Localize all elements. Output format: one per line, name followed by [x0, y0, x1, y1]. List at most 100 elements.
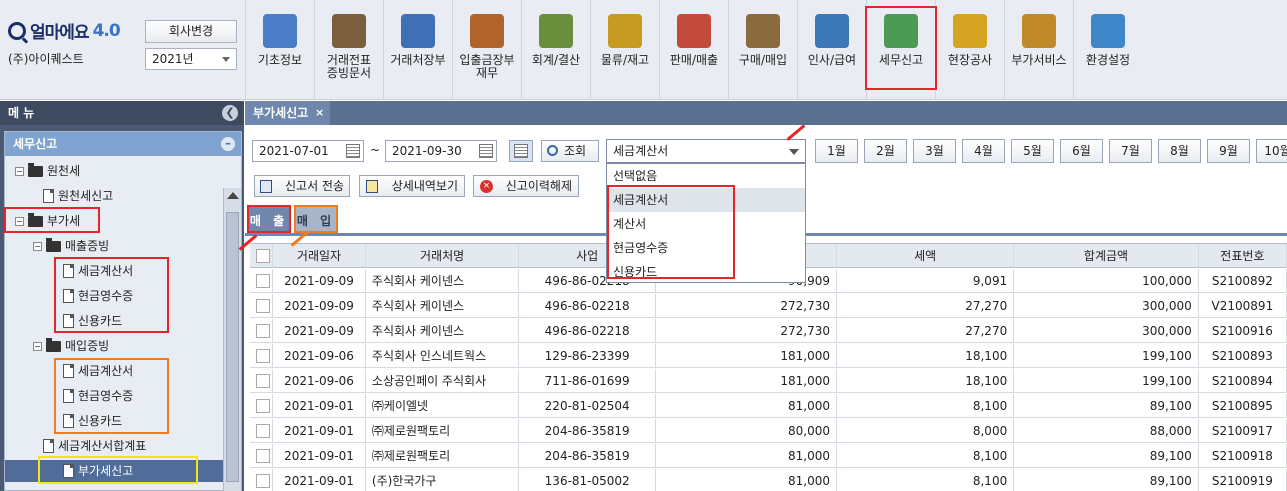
- checkbox[interactable]: [256, 374, 270, 388]
- table-cell: 496-86-02218: [519, 319, 657, 343]
- column-header[interactable]: 합계금액: [1014, 244, 1199, 268]
- row-checkbox-cell[interactable]: [250, 294, 274, 318]
- month-button-6[interactable]: 6월: [1060, 139, 1103, 163]
- table-cell: 80,000: [656, 419, 837, 443]
- month-button-1[interactable]: 1월: [815, 139, 858, 163]
- month-button-2[interactable]: 2월: [864, 139, 907, 163]
- toolbar-basic-info-button[interactable]: 기초정보: [245, 0, 314, 100]
- checkbox[interactable]: [256, 299, 270, 313]
- toolbar-service-button[interactable]: 부가서비스: [1004, 0, 1073, 100]
- table-row[interactable]: 2021-09-09 주식회사 케이넨스 496-86-02218 272,730 27…: [250, 319, 1287, 343]
- sidebar-item-7[interactable]: − 매입증빙: [33, 335, 109, 357]
- scroll-thumb[interactable]: [226, 212, 239, 482]
- row-checkbox-cell[interactable]: [250, 269, 274, 293]
- date-from-input[interactable]: 2021-07-01: [252, 140, 364, 162]
- sidebar-item-11[interactable]: 세금계산서합계표: [33, 435, 146, 457]
- tab-purchases[interactable]: 매 입: [294, 205, 338, 233]
- column-header[interactable]: 거래처명: [366, 244, 520, 268]
- row-checkbox-cell[interactable]: [250, 369, 274, 393]
- month-button-10[interactable]: 10월: [1256, 139, 1287, 163]
- search-button[interactable]: 조회: [541, 140, 599, 162]
- sidebar-section-title[interactable]: 세무신고 –: [5, 132, 241, 156]
- row-checkbox-cell[interactable]: [250, 419, 274, 443]
- toolbar-ledger-button[interactable]: 거래처장부: [383, 0, 452, 100]
- month-button-8[interactable]: 8월: [1158, 139, 1201, 163]
- toolbar-logistics-button[interactable]: 물류/재고: [590, 0, 659, 100]
- send-report-button[interactable]: 신고서 전송: [254, 175, 350, 197]
- minus-icon[interactable]: –: [221, 137, 235, 151]
- checkbox[interactable]: [256, 449, 270, 463]
- collapse-icon[interactable]: −: [33, 341, 42, 351]
- scroll-up-icon[interactable]: [227, 192, 239, 199]
- row-checkbox-cell[interactable]: [250, 344, 274, 368]
- month-button-7[interactable]: 7월: [1109, 139, 1152, 163]
- row-checkbox-cell[interactable]: [250, 394, 274, 418]
- toolbar-cashbook-button[interactable]: 입출금장부 재무: [452, 0, 521, 100]
- month-button-3[interactable]: 3월: [913, 139, 956, 163]
- table-cell: 300,000: [1014, 294, 1199, 318]
- tab-sales[interactable]: 매 출: [247, 205, 291, 233]
- table-cell: ㈜제로원팩토리: [366, 419, 520, 443]
- toolbar-purchase-button[interactable]: 구매/매입: [728, 0, 797, 100]
- checkbox[interactable]: [256, 349, 270, 363]
- month-button-4[interactable]: 4월: [962, 139, 1005, 163]
- table-cell: S2100918: [1199, 444, 1287, 468]
- table-cell: 주식회사 케이넨스: [366, 319, 520, 343]
- sidebar-item-3[interactable]: − 매출증빙: [33, 235, 109, 257]
- select-all-checkbox[interactable]: [250, 244, 274, 268]
- checkbox[interactable]: [256, 474, 270, 488]
- sidebar-scrollbar[interactable]: [223, 188, 241, 491]
- toolbar-settings-button[interactable]: 환경설정: [1073, 0, 1142, 100]
- collapse-left-icon[interactable]: ❮: [222, 105, 238, 121]
- tab-vat-report[interactable]: 부가세신고 ×: [245, 101, 331, 125]
- table-row[interactable]: 2021-09-01 ㈜제로원팩토리 204-86-35819 80,000 8,000…: [250, 419, 1287, 443]
- date-to-input[interactable]: 2021-09-30: [385, 140, 497, 162]
- detail-view-button[interactable]: 상세내역보기: [359, 175, 465, 197]
- year-select[interactable]: 2021년: [145, 48, 237, 70]
- toolbar-voucher-button[interactable]: 거래전표 증빙문서: [314, 0, 383, 100]
- month-button-5[interactable]: 5월: [1011, 139, 1054, 163]
- checkbox[interactable]: [256, 424, 270, 438]
- toolbar-construction-button[interactable]: 현장공사: [935, 0, 1004, 100]
- calendar-icon[interactable]: [346, 144, 360, 158]
- collapse-icon[interactable]: −: [15, 166, 24, 176]
- table-row[interactable]: 2021-09-09 주식회사 케이넨스 496-86-02218 272,730 27…: [250, 294, 1287, 318]
- checkbox[interactable]: [256, 249, 270, 263]
- checkbox[interactable]: [256, 399, 270, 413]
- toolbar-label: 인사/급여: [807, 53, 857, 67]
- table-cell: 주식회사 인스네트웍스: [366, 344, 520, 368]
- sidebar-item-1[interactable]: 원천세신고: [33, 185, 113, 207]
- sidebar-item-0[interactable]: − 원천세: [15, 160, 80, 182]
- app-logo: 얼마에요 4.0: [8, 18, 121, 43]
- table-row[interactable]: 2021-09-01 (주)한국가구 136-81-05002 81,000 8,100…: [250, 469, 1287, 491]
- column-header[interactable]: 전표번호: [1199, 244, 1287, 268]
- calendar-icon[interactable]: [479, 144, 493, 158]
- month-button-9[interactable]: 9월: [1207, 139, 1250, 163]
- doc-type-select[interactable]: 세금계산서: [606, 139, 806, 163]
- column-header[interactable]: 세액: [837, 244, 1015, 268]
- column-header[interactable]: 거래일자: [273, 244, 366, 268]
- row-checkbox-cell[interactable]: [250, 319, 274, 343]
- close-icon[interactable]: ×: [315, 101, 324, 125]
- checkbox[interactable]: [256, 324, 270, 338]
- table-cell: 89,100: [1014, 469, 1199, 491]
- checkbox[interactable]: [256, 274, 270, 288]
- highlight-box-sales-docs: [54, 257, 169, 333]
- toolbar-label: 기초정보: [257, 53, 303, 67]
- row-checkbox-cell[interactable]: [250, 444, 274, 468]
- toolbar-hr-button[interactable]: 인사/급여: [797, 0, 866, 100]
- row-checkbox-cell[interactable]: [250, 469, 274, 491]
- calendar-button[interactable]: [509, 140, 533, 162]
- table-cell: 220-81-02504: [519, 394, 657, 418]
- logistics-icon: [608, 14, 642, 48]
- toolbar-sales-button[interactable]: 판매/매출: [659, 0, 728, 100]
- cancel-history-button[interactable]: × 신고이력해제: [473, 175, 579, 197]
- toolbar-accounting-button[interactable]: 회계/결산: [521, 0, 590, 100]
- table-row[interactable]: 2021-09-01 ㈜케이엘넷 220-81-02504 81,000 8,100 89…: [250, 394, 1287, 418]
- table-row[interactable]: 2021-09-06 소상공인페이 주식회사 711-86-01699 181,000…: [250, 369, 1287, 393]
- change-company-button[interactable]: 회사변경: [145, 20, 237, 43]
- table-row[interactable]: 2021-09-01 ㈜제로원팩토리 204-86-35819 81,000 8,100…: [250, 444, 1287, 468]
- table-cell: 81,000: [656, 469, 837, 491]
- collapse-icon[interactable]: −: [33, 241, 42, 251]
- table-row[interactable]: 2021-09-06 주식회사 인스네트웍스 129-86-23399 181,000…: [250, 344, 1287, 368]
